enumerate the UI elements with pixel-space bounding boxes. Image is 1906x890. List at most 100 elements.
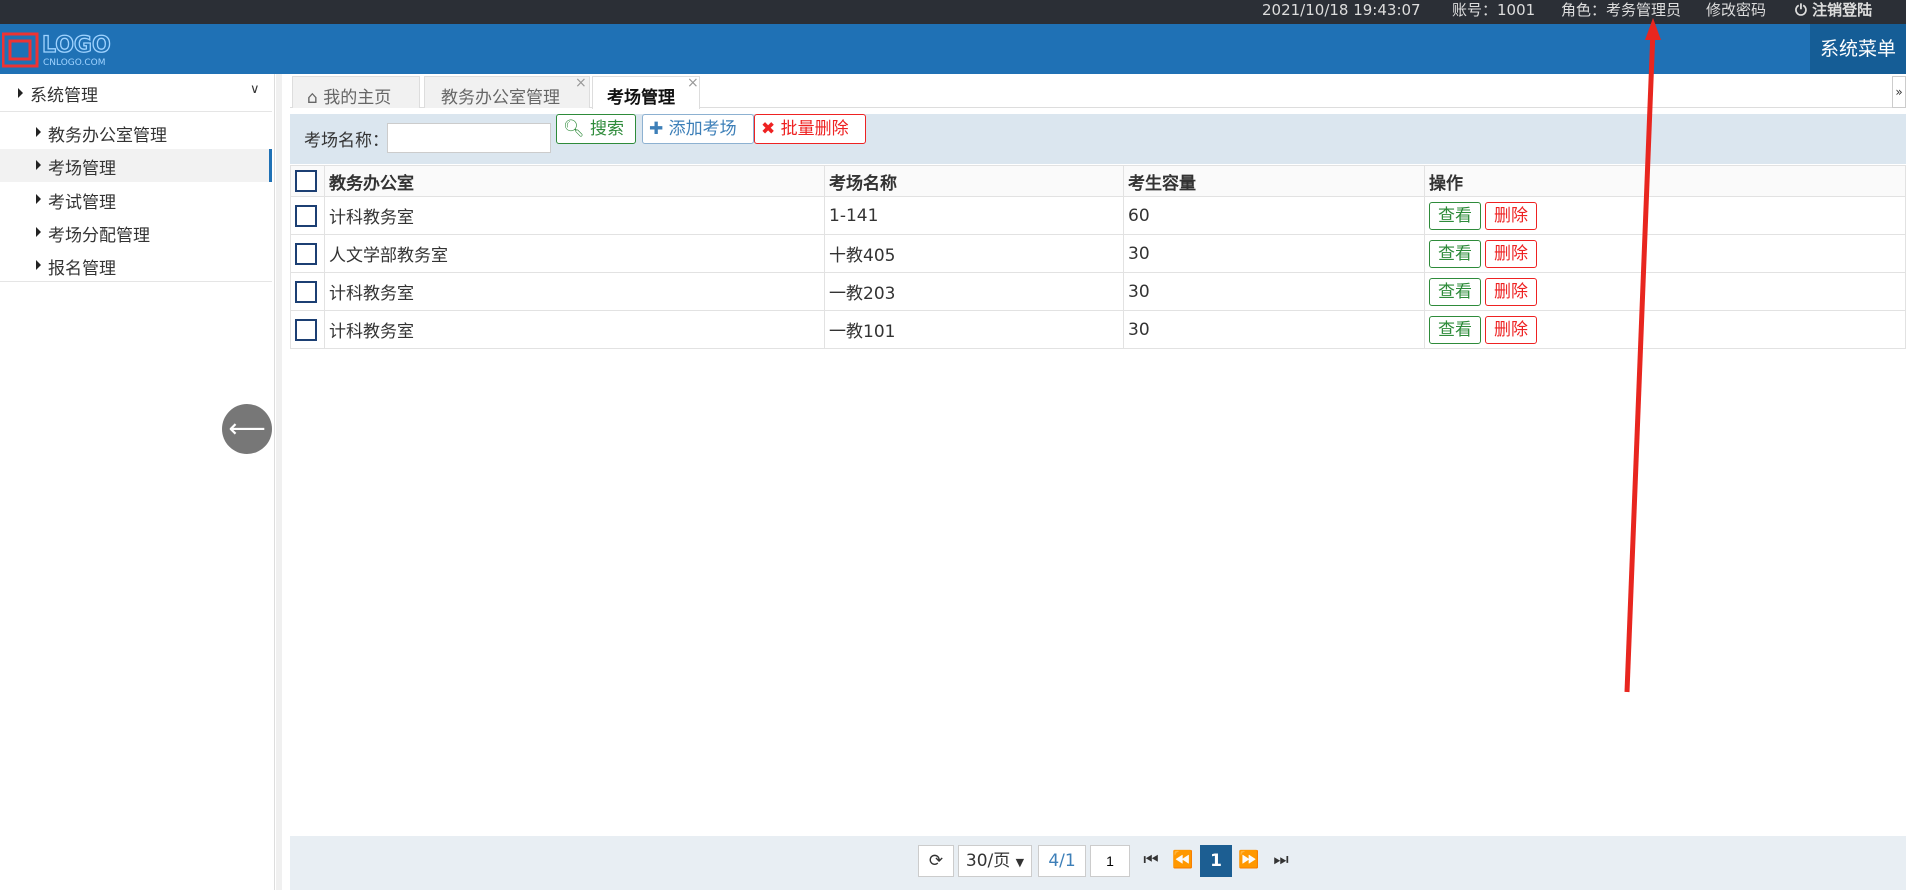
exam-room-table: 教务办公室 考场名称 考生容量 操作 计科教务室 1-141 60 查看 删除 人…: [290, 165, 1906, 349]
search-label: 考场名称：: [304, 131, 389, 151]
logo-text: LOGO: [42, 33, 111, 58]
system-menu-button[interactable]: 系统菜单: [1810, 24, 1906, 74]
caret-right-icon: [36, 160, 41, 170]
capacity-cell: 30: [1123, 272, 1425, 311]
refresh-icon[interactable]: ⟳: [918, 845, 954, 877]
actions-cell: 查看 删除: [1424, 234, 1906, 273]
logo-subtext: CNLOGO.COM: [43, 58, 105, 68]
capacity-cell: 60: [1123, 196, 1425, 235]
sidebar-item-label: 考试管理: [48, 193, 116, 213]
row-checkbox[interactable]: [295, 280, 317, 303]
capacity-cell: 30: [1123, 234, 1425, 273]
sidebar-item-room-allocation[interactable]: 考场分配管理: [0, 216, 272, 249]
delete-button[interactable]: 删除: [1485, 239, 1537, 268]
tab-label: 我的主页: [323, 88, 392, 108]
delete-button[interactable]: 删除: [1485, 201, 1537, 230]
office-cell: 计科教务室: [324, 310, 825, 349]
sidebar-item-exam-room[interactable]: 考场管理: [0, 149, 272, 182]
tab-label: 考场管理: [607, 88, 675, 108]
sidebar: 系统管理 ∨ 教务办公室管理 考场管理 考试管理 考场分配管理 报名管理: [0, 74, 275, 890]
caret-right-icon: [18, 88, 23, 98]
datetime-text: 2021/10/18 19:43:07: [1262, 1, 1421, 19]
tab-exam-room-management[interactable]: 考场管理 ×: [592, 75, 700, 109]
search-toolbar: 考场名称： 🔍︎ 搜索 ✚ 添加考场 ✖ 批量删除: [290, 114, 1906, 164]
pagination-bar: ⟳ 30/页 ▼ 4/1 ⏮ ⏪ 1 ⏩ ⏭: [290, 836, 1906, 890]
search-icon: 🔍︎: [563, 119, 585, 139]
tab-bar: ⌂ 我的主页 教务办公室管理 × 考场管理 × »: [290, 74, 1906, 109]
exam-room-name-input[interactable]: [387, 123, 551, 153]
row-checkbox[interactable]: [295, 204, 317, 227]
add-exam-room-button[interactable]: ✚ 添加考场: [642, 114, 754, 144]
last-page-icon[interactable]: ⏭: [1266, 845, 1296, 877]
select-all-checkbox[interactable]: [295, 170, 317, 192]
collapse-sidebar-button[interactable]: ⟵: [222, 404, 272, 454]
page-number-input[interactable]: [1090, 845, 1130, 877]
page-info: 4/1: [1038, 845, 1086, 877]
x-icon: ✖: [761, 119, 776, 139]
row-select-cell: [290, 310, 325, 349]
delete-button[interactable]: 删除: [1485, 277, 1537, 306]
sidebar-group-label: 系统管理: [30, 86, 98, 106]
add-button-label: 添加考场: [668, 119, 737, 139]
select-all-cell: [290, 165, 325, 197]
arrow-left-icon: ⟵: [228, 414, 266, 444]
column-header[interactable]: 教务办公室: [324, 165, 825, 197]
table-header-row: 教务办公室 考场名称 考生容量 操作: [290, 165, 1906, 197]
view-button[interactable]: 查看: [1429, 201, 1481, 230]
row-select-cell: [290, 196, 325, 235]
page-size-value: 30/页: [965, 851, 1011, 871]
home-icon: ⌂: [307, 88, 318, 108]
column-header[interactable]: 考生容量: [1123, 165, 1425, 197]
batch-delete-button[interactable]: ✖ 批量删除: [754, 114, 866, 144]
table-row: 计科教务室 1-141 60 查看 删除: [290, 196, 1906, 235]
chevron-down-icon: ∨: [250, 82, 260, 97]
tab-scroll-down-icon[interactable]: »: [1892, 76, 1906, 108]
column-header[interactable]: 考场名称: [824, 165, 1124, 197]
room-cell: 1-141: [824, 196, 1124, 235]
room-cell: 十教405: [824, 234, 1124, 273]
sidebar-item-label: 报名管理: [48, 259, 116, 279]
page-size-select[interactable]: 30/页 ▼: [958, 845, 1032, 877]
row-checkbox[interactable]: [295, 318, 317, 341]
tab-office-management[interactable]: 教务办公室管理 ×: [424, 75, 590, 108]
view-button[interactable]: 查看: [1429, 277, 1481, 306]
sidebar-item-office[interactable]: 教务办公室管理: [0, 116, 272, 149]
sidebar-item-registration[interactable]: 报名管理: [0, 249, 272, 282]
row-select-cell: [290, 234, 325, 273]
next-page-icon[interactable]: ⏩: [1234, 845, 1264, 877]
logout-link[interactable]: ⏻ 注销登陆: [1795, 0, 1872, 24]
caret-right-icon: [36, 227, 41, 237]
table-row: 计科教务室 一教101 30 查看 删除: [290, 310, 1906, 349]
row-select-cell: [290, 272, 325, 311]
view-button[interactable]: 查看: [1429, 315, 1481, 344]
sidebar-item-exam[interactable]: 考试管理: [0, 183, 272, 216]
previous-page-icon[interactable]: ⏪: [1168, 845, 1198, 877]
caret-down-icon: ▼: [1015, 856, 1025, 869]
current-page-button[interactable]: 1: [1200, 845, 1232, 877]
room-cell: 一教203: [824, 272, 1124, 311]
close-icon[interactable]: ×: [687, 75, 699, 91]
tab-label: 教务办公室管理: [441, 88, 560, 108]
change-password-link[interactable]: 修改密码: [1706, 0, 1766, 24]
actions-cell: 查看 删除: [1424, 196, 1906, 235]
delete-button[interactable]: 删除: [1485, 315, 1537, 344]
sidebar-item-label: 教务办公室管理: [48, 126, 167, 146]
search-button-label: 搜索: [590, 119, 624, 139]
sidebar-item-label: 考场管理: [48, 159, 116, 179]
first-page-icon[interactable]: ⏮: [1136, 845, 1166, 877]
row-checkbox[interactable]: [295, 242, 317, 265]
search-button[interactable]: 🔍︎ 搜索: [556, 114, 636, 144]
office-cell: 计科教务室: [324, 272, 825, 311]
office-cell: 人文学部教务室: [324, 234, 825, 273]
actions-cell: 查看 删除: [1424, 310, 1906, 349]
logout-label: 注销登陆: [1812, 1, 1873, 19]
close-icon[interactable]: ×: [575, 75, 587, 91]
column-header: 操作: [1424, 165, 1906, 197]
logo: LOGO CNLOGO.COM: [2, 32, 111, 68]
sidebar-item-label: 考场分配管理: [48, 226, 150, 246]
caret-right-icon: [36, 127, 41, 137]
tab-home[interactable]: ⌂ 我的主页: [292, 76, 420, 108]
power-icon: ⏻: [1795, 1, 1807, 19]
view-button[interactable]: 查看: [1429, 239, 1481, 268]
sidebar-group-system[interactable]: 系统管理 ∨: [0, 74, 272, 112]
